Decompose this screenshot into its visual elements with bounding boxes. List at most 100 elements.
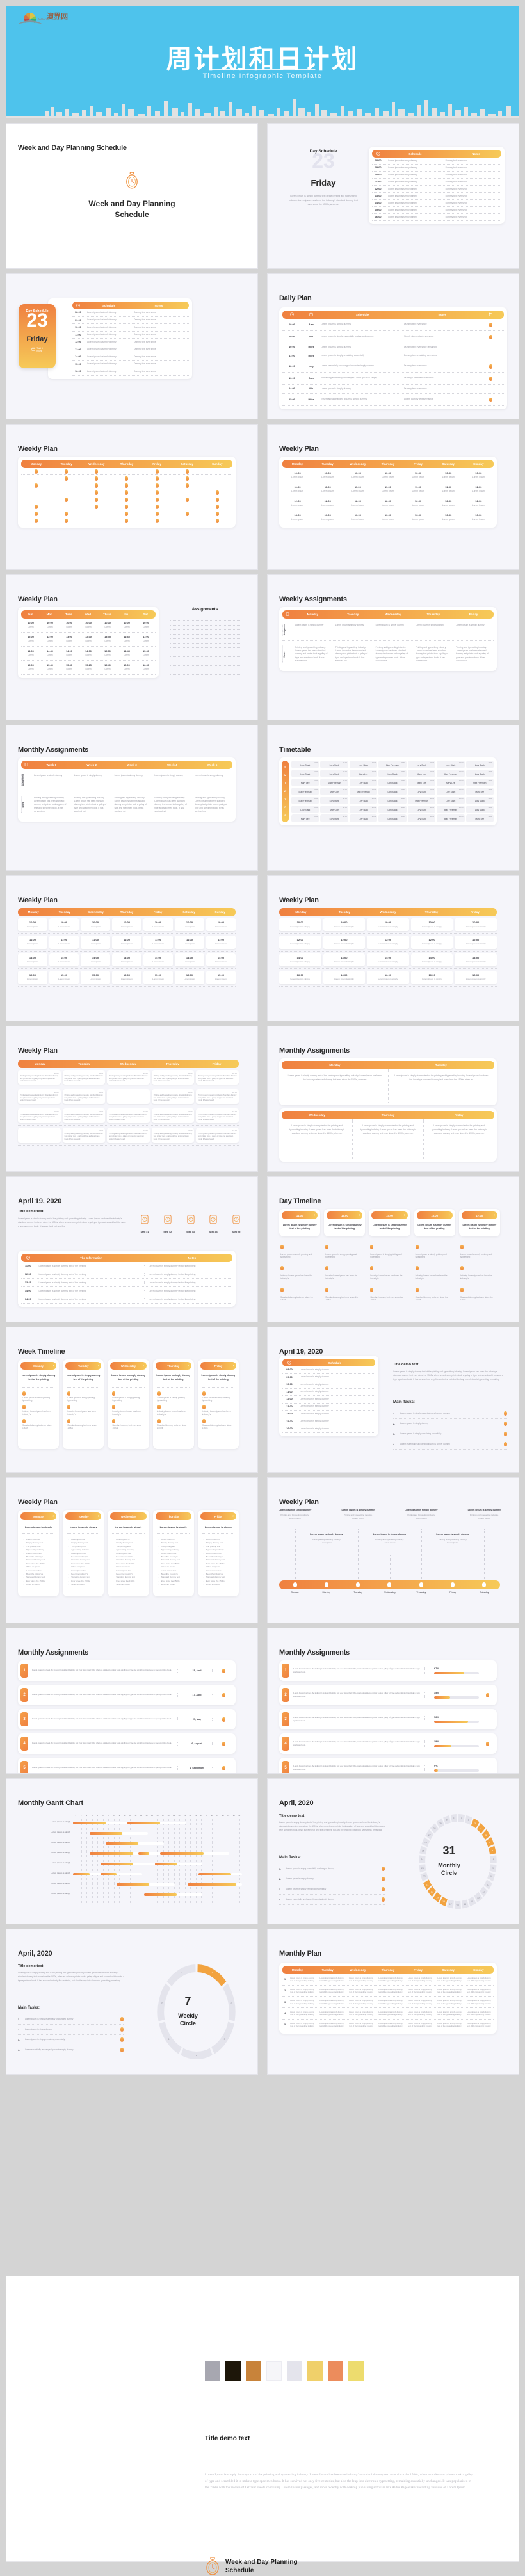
slide-weekly-assignments[interactable]: Weekly Assignments Monday Tuesday Wednesday…	[268, 575, 519, 720]
slide-weekly-plan-text-boxes[interactable]: Weekly Plan Monday Tuesday Wednesday Thursda…	[6, 1026, 257, 1171]
task-item: 3. Lorem ipsum is simply remaining essent…	[18, 2035, 124, 2045]
slide-weekly-plan-assignments[interactable]: Weekly Plan Sun. Mon. Tues. Wed. Thurs. Fri. Sa…	[6, 575, 257, 720]
color-swatch-8[interactable]	[348, 2361, 364, 2381]
cell-slot: 15:30 Lorem	[136, 650, 156, 657]
header-cell-2: Mon.	[46, 613, 54, 616]
color-swatch-2[interactable]	[225, 2361, 241, 2381]
plan-cell: 15:00 Lorem ipsum	[18, 971, 47, 984]
table-row: 12:30 Lorem ipsum is simply dummy text of…	[21, 1270, 232, 1279]
chevron-right-icon[interactable]: ›	[449, 1213, 450, 1217]
slide-timetable[interactable]: Timetable S M T W T F S 10:00 Lory Stark 10:00 Lory…	[268, 725, 519, 870]
chevron-right-icon[interactable]: ›	[143, 1364, 144, 1368]
slide-monthly-plan[interactable]: Monthly Plan Monday Tuesday Wednesday Thursd…	[268, 1929, 519, 2074]
cell-time: 10:00	[123, 921, 131, 924]
slide-day-schedule-card[interactable]: Schedule Notes 08:00 Lorem ipsum is simply …	[6, 274, 257, 419]
header-cell-4: Thursday	[166, 1062, 179, 1065]
slide-april-weekly-circle[interactable]: April, 2020 Title demo text Lorem ipsum is…	[6, 1929, 257, 2074]
slide-weekly-plan-bullets[interactable]: Weekly Plan Monday › Lorem ipsum is simply ·…	[6, 1478, 257, 1623]
color-swatch-6[interactable]	[307, 2361, 323, 2381]
slide-monthly-assignments-split[interactable]: Monthly Assignments Monday Tuesday Lorem ip…	[268, 1026, 519, 1171]
chevron-right-icon[interactable]: ›	[188, 1514, 189, 1518]
color-swatch-3[interactable]	[246, 2361, 261, 2381]
chevron-right-icon[interactable]: ›	[98, 1364, 99, 1368]
color-swatch-5[interactable]	[287, 2361, 302, 2381]
chevron-right-icon[interactable]: ›	[98, 1514, 99, 1518]
cell-text: Printing and typesetting industry. Lorem…	[195, 797, 227, 813]
color-swatch-7[interactable]	[328, 2361, 343, 2381]
color-swatch-1[interactable]	[205, 2361, 220, 2381]
color-swatch-4[interactable]	[266, 2361, 282, 2381]
task-text: Lorem essentially unchanged ipsum is sim…	[286, 1898, 335, 1901]
table-row: 10:00 Lorem ipsum is simply dummy Dummy te…	[72, 324, 189, 332]
chevron-right-icon[interactable]: ›	[188, 1364, 189, 1368]
slide-monthly-gantt[interactable]: Monthly Gantt Chart 1 2 3 4 5 6 7 8 9 10 11 12 13 14 15…	[6, 1779, 257, 1924]
cell-time: 12:00	[384, 499, 392, 503]
bullet-dot-icon	[370, 1266, 374, 1271]
cell-text: Lorem ipsum is simply dummy	[335, 624, 364, 626]
slide-weekly-plan-boxes-7[interactable]: Weekly Plan Monday Tuesday Wednesday Thursda…	[6, 876, 257, 1021]
slide-day-timeline[interactable]: Day Timeline 11:00 › Lorem ipsum is simply …	[268, 1177, 519, 1322]
slide-monthly-assignments-weeks[interactable]: Monthly Assignments Week 1 Week 2 Week 3 Wee…	[6, 725, 257, 870]
slide-daily-plan[interactable]: Daily Plan Schedule Notes 08:00 Alan Lorem ip…	[268, 274, 519, 419]
slide-monthly-assignments-dates[interactable]: Monthly Assignments 1 Lorem Ipsum has been…	[6, 1628, 257, 1773]
header-cell-5: Friday	[212, 1062, 222, 1065]
cell-note: Dummy text ever since	[134, 325, 156, 328]
header-cell-2: Tuesday	[338, 911, 351, 914]
axis-bar	[279, 1580, 500, 1589]
timeline-card: 14:00 › Lorem ipsum is simply dummy text o…	[369, 1209, 410, 1236]
timetable-cell: 10:00 Lory Stark	[437, 788, 465, 795]
table-row: 09:00 Alis Lorem ipsum is simply essential…	[282, 331, 504, 343]
timeline-card-label: 15:00	[431, 1213, 439, 1217]
slide-monthly-assignments-progress[interactable]: Monthly Assignments 1 Lorem Ipsum has been…	[268, 1628, 519, 1773]
svg-text:28: 28	[433, 1827, 436, 1830]
slide-title: Monthly Assignments	[279, 1649, 350, 1657]
cell-time: 12:00	[324, 499, 331, 503]
day-number: 23	[312, 149, 335, 172]
chevron-right-icon[interactable]: ›	[232, 1514, 234, 1518]
slide-april-19-tasks[interactable]: April 19, 2020 Schedule 08:00 Lorem ipsum i…	[268, 1327, 519, 1472]
cell-label: Lorem	[28, 668, 34, 671]
cell-label: Lorem ipsum	[121, 943, 133, 946]
slide-cover[interactable]: Week and Day Planning Schedule Week and …	[6, 124, 257, 268]
gantt-day-label: 5	[97, 1815, 99, 1817]
cell-label: Lorem	[28, 654, 34, 657]
item-progress: 35%	[429, 1692, 479, 1699]
chevron-right-icon[interactable]: ›	[143, 1514, 144, 1518]
slide-day-schedule-plain[interactable]: Day Schedule 23 Friday Lorem ipsum is simpl…	[268, 124, 519, 268]
bullet-dot-icon	[22, 1405, 26, 1410]
chevron-right-icon[interactable]: ›	[359, 1213, 360, 1217]
header-cell-5: Week 4	[166, 763, 177, 766]
chevron-right-icon[interactable]: ›	[53, 1514, 54, 1518]
cell-time: 10:00	[99, 1110, 104, 1114]
chevron-right-icon[interactable]: ›	[232, 1364, 234, 1368]
header-cell-3: Wednesday	[120, 1062, 137, 1065]
circle-label: Weekly Circle	[178, 2013, 198, 2027]
tasks-list: 1. Lorem ipsum is simply essentially unch…	[279, 1864, 385, 1905]
chevron-right-icon[interactable]: ›	[314, 1213, 316, 1217]
slide-weekly-plan-dots[interactable]: Weekly Plan Monday Tuesday Wednesday Thursda…	[6, 425, 257, 569]
slide-weekly-plan-boxes-5[interactable]: Weekly Plan Monday Tuesday Wednesday Thursda…	[268, 876, 519, 1021]
cell-label: Lorem ipsum	[184, 943, 195, 946]
gantt-day-label: 10	[124, 1815, 126, 1817]
header-cell-2: The Information	[80, 1256, 102, 1260]
gantt-row-label: Lorem ipsum is simply	[51, 1882, 70, 1884]
cell-time: 14:40	[47, 650, 53, 653]
header-cell-3: Friday	[454, 1114, 464, 1117]
slide-weekly-plan-axis[interactable]: Weekly Plan Lorem ipsum is simply dummy Pr…	[268, 1478, 519, 1623]
bullets-below: Lorem ipsum is simply printing and types…	[324, 1241, 365, 1302]
chevron-right-icon[interactable]: ›	[494, 1213, 495, 1217]
slide-weekly-plan-times[interactable]: Weekly Plan Monday Tuesday Wednesday Thursda…	[268, 425, 519, 569]
cell-label: Lorem ipsum	[90, 978, 101, 981]
row-number: 4	[284, 2012, 286, 2015]
timetable-cell: 10:00 Max Freeman	[291, 788, 319, 795]
slide-week-timeline[interactable]: Week Timeline Monday › Lorem ipsum is simpl…	[6, 1327, 257, 1472]
cell-time: 10:00	[66, 622, 72, 625]
cell-time: 13:00	[475, 513, 482, 517]
timeline-card-header: Monday ›	[20, 1362, 57, 1370]
cell-text: Printing and typesetting industry. Stand…	[198, 1133, 237, 1140]
chevron-right-icon[interactable]: ›	[404, 1213, 405, 1217]
plan-text-cell: 10:00 Printing and typesetting industry. …	[196, 1089, 239, 1105]
slide-april-19-steps[interactable]: April 19, 2020 Title demo text Lorem ipsum…	[6, 1177, 257, 1322]
chevron-right-icon[interactable]: ›	[53, 1364, 54, 1368]
slide-april-monthly-circle[interactable]: April, 2020 Title demo text Lorem ipsum is…	[268, 1779, 519, 1924]
